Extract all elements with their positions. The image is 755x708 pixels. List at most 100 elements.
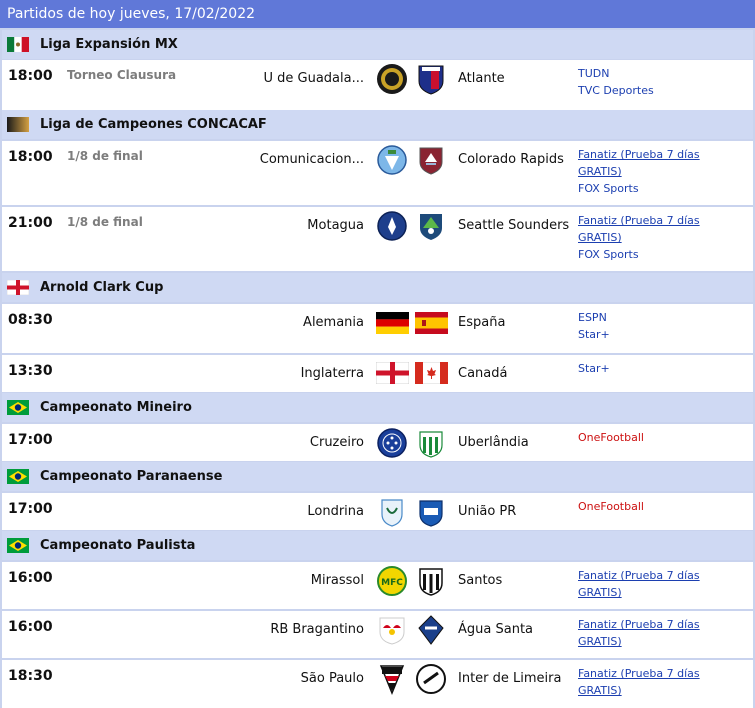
- league-name: Campeonato Paranaense: [40, 469, 223, 484]
- tv-channel-link[interactable]: GRATIS): [578, 584, 753, 601]
- match-round: 1/8 de final: [62, 207, 232, 271]
- home-team[interactable]: Comunicacion...: [260, 152, 364, 167]
- away-team[interactable]: Canadá: [458, 366, 507, 381]
- match-row[interactable]: 08:30 Alemania España ESPN Star+: [2, 304, 753, 353]
- tv-channel-link[interactable]: Fanatiz (Prueba 7 días: [578, 616, 753, 633]
- match-teams: Londrina União PR: [234, 493, 571, 530]
- league-name: Campeonato Mineiro: [40, 400, 192, 415]
- comunicaciones-crest-icon: [376, 144, 408, 176]
- londrina-crest-icon: [376, 496, 408, 528]
- league-header[interactable]: Arnold Clark Cup: [2, 273, 753, 302]
- page-title: Partidos de hoy jueves, 17/02/2022: [0, 0, 755, 28]
- tv-channel-link[interactable]: Fanatiz (Prueba 7 días: [578, 567, 753, 584]
- tv-channel-link[interactable]: Fanatiz (Prueba 7 días: [578, 665, 753, 682]
- tv-channel[interactable]: FOX Sports: [578, 180, 753, 197]
- away-team[interactable]: España: [458, 315, 505, 330]
- home-team[interactable]: RB Bragantino: [270, 622, 364, 637]
- atlante-crest-icon: [415, 63, 447, 95]
- tv-channels: Fanatiz (Prueba 7 días GRATIS) FOX Sport…: [573, 141, 753, 205]
- santos-crest-icon: [415, 565, 447, 597]
- brazil-flag-icon: [7, 538, 29, 553]
- match-teams: Motagua Seattle Sounders: [234, 207, 571, 271]
- tv-channels: TUDN TVC Deportes: [573, 60, 753, 110]
- match-time: 18:00: [2, 141, 60, 205]
- home-team[interactable]: Inglaterra: [301, 366, 364, 381]
- match-teams: Cruzeiro Uberlândia: [234, 424, 571, 461]
- match-row[interactable]: 18:00 Torneo Clausura U de Guadala... At…: [2, 60, 753, 110]
- rb-bragantino-crest-icon: [376, 614, 408, 646]
- league-header[interactable]: Campeonato Mineiro: [2, 393, 753, 422]
- uberlandia-crest-icon: [415, 427, 447, 459]
- league-name: Campeonato Paulista: [40, 538, 196, 553]
- tv-channel[interactable]: TVC Deportes: [578, 82, 753, 99]
- match-row[interactable]: 16:00 RB Bragantino Água Santa Fanatiz (…: [2, 611, 753, 658]
- tv-channel[interactable]: FOX Sports: [578, 246, 753, 263]
- svg-text:MFC: MFC: [381, 578, 403, 588]
- match-time: 18:00: [2, 60, 60, 110]
- match-time: 16:00: [2, 611, 60, 658]
- tv-channel[interactable]: TUDN: [578, 65, 753, 82]
- concacaf-icon: [7, 117, 29, 132]
- league-name: Arnold Clark Cup: [40, 280, 164, 295]
- away-team[interactable]: Santos: [458, 573, 502, 588]
- match-round: [62, 424, 232, 461]
- home-team[interactable]: Cruzeiro: [310, 435, 364, 450]
- tv-channel-link[interactable]: GRATIS): [578, 163, 753, 180]
- canada-flag-icon: [415, 362, 448, 384]
- match-row[interactable]: 17:00 Cruzeiro Uberlândia OneFootball: [2, 424, 753, 461]
- match-time: 17:00: [2, 424, 60, 461]
- match-row[interactable]: 18:00 1/8 de final Comunicacion... Color…: [2, 141, 753, 205]
- tv-channel[interactable]: OneFootball: [578, 429, 753, 446]
- match-teams: São Paulo Inter de Limeira: [234, 660, 571, 708]
- away-team[interactable]: Uberlândia: [458, 435, 529, 450]
- mirassol-crest-icon: MFC: [376, 565, 408, 597]
- tv-channels: OneFootball: [573, 493, 753, 530]
- home-team[interactable]: Alemania: [303, 315, 364, 330]
- england-flag-icon: [376, 362, 409, 384]
- match-round: [62, 611, 232, 658]
- away-team[interactable]: Inter de Limeira: [458, 671, 561, 686]
- tv-channel-link[interactable]: GRATIS): [578, 633, 753, 650]
- tv-channel[interactable]: ESPN: [578, 309, 753, 326]
- match-row[interactable]: 18:30 São Paulo Inter de Limeira Fanatiz…: [2, 660, 753, 708]
- match-time: 18:30: [2, 660, 60, 708]
- league-header[interactable]: Liga de Campeones CONCACAF: [2, 110, 753, 139]
- tv-channels: Fanatiz (Prueba 7 días GRATIS): [573, 562, 753, 609]
- tv-channel-link[interactable]: Fanatiz (Prueba 7 días: [578, 212, 753, 229]
- tv-channel-link[interactable]: Fanatiz (Prueba 7 días: [578, 146, 753, 163]
- match-teams: RB Bragantino Água Santa: [234, 611, 571, 658]
- home-team[interactable]: Motagua: [307, 218, 364, 233]
- match-row[interactable]: 17:00 Londrina União PR OneFootball: [2, 493, 753, 530]
- tv-channel[interactable]: OneFootball: [578, 498, 753, 515]
- league-header[interactable]: Liga Expansión MX: [2, 30, 753, 59]
- brazil-flag-icon: [7, 400, 29, 415]
- away-team[interactable]: Água Santa: [458, 622, 533, 637]
- away-team[interactable]: União PR: [458, 504, 516, 519]
- match-row[interactable]: 16:00 Mirassol MFC Santos Fanatiz (Prueb…: [2, 562, 753, 609]
- league-header[interactable]: Campeonato Paulista: [2, 531, 753, 560]
- tv-channel[interactable]: Star+: [578, 326, 753, 343]
- tv-channel-link[interactable]: GRATIS): [578, 682, 753, 699]
- brazil-flag-icon: [7, 469, 29, 484]
- league-header[interactable]: Campeonato Paranaense: [2, 462, 753, 491]
- away-team[interactable]: Colorado Rapids: [458, 152, 564, 167]
- home-team[interactable]: U de Guadala...: [263, 71, 364, 86]
- away-team[interactable]: Atlante: [458, 71, 505, 86]
- uniao-pr-crest-icon: [415, 496, 447, 528]
- home-team[interactable]: Mirassol: [311, 573, 364, 588]
- tv-channel[interactable]: Star+: [578, 360, 753, 377]
- match-round: [62, 355, 232, 392]
- match-round: [62, 562, 232, 609]
- away-team[interactable]: Seattle Sounders: [458, 218, 569, 233]
- home-team[interactable]: São Paulo: [301, 671, 364, 686]
- home-team[interactable]: Londrina: [307, 504, 364, 519]
- match-teams: Mirassol MFC Santos: [234, 562, 571, 609]
- match-row[interactable]: 21:00 1/8 de final Motagua Seattle Sound…: [2, 207, 753, 271]
- tv-channels: ESPN Star+: [573, 304, 753, 353]
- tv-channel-link[interactable]: GRATIS): [578, 229, 753, 246]
- england-flag-icon: [7, 280, 29, 295]
- match-row[interactable]: 13:30 Inglaterra Canadá Star+: [2, 355, 753, 392]
- motagua-crest-icon: [376, 210, 408, 242]
- match-time: 17:00: [2, 493, 60, 530]
- colorado-rapids-crest-icon: [415, 144, 447, 176]
